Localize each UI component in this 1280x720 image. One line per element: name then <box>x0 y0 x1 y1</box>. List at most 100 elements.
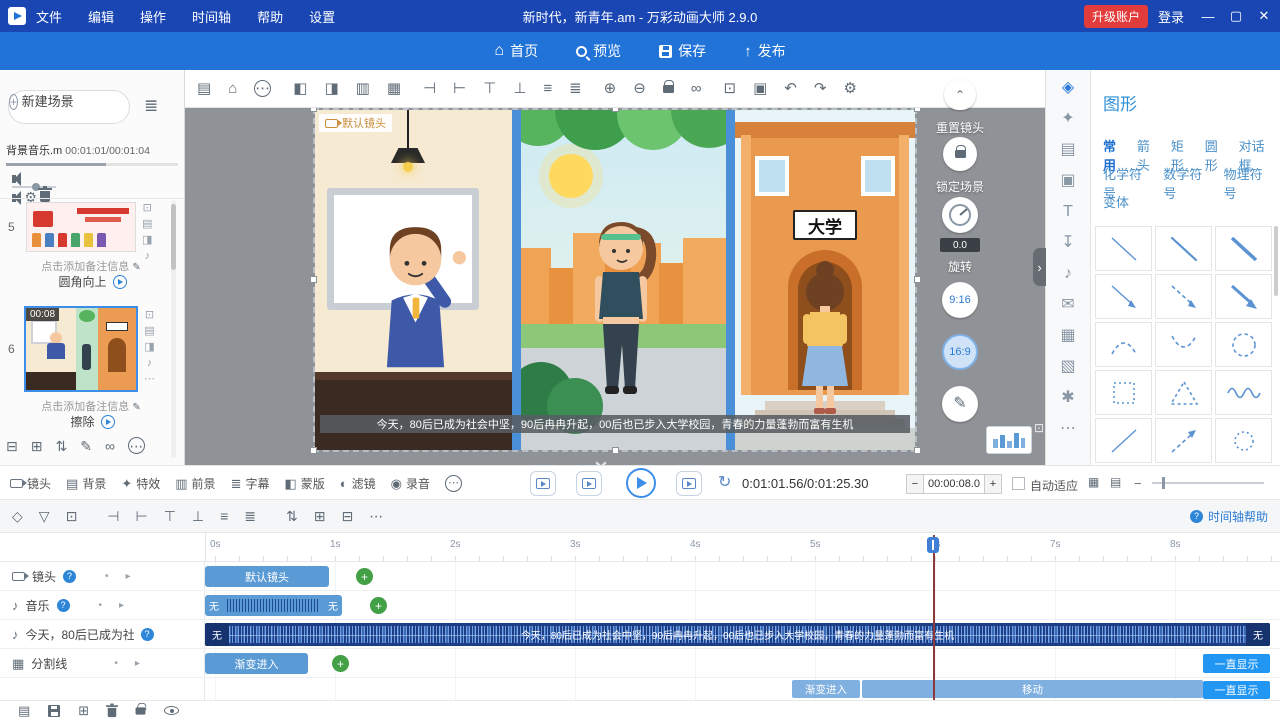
draw-button[interactable]: ✎ <box>942 386 978 422</box>
track-expand-icon[interactable]: ▸ <box>119 600 124 611</box>
track-expand-icon[interactable]: ▸ <box>126 571 131 582</box>
duration-input[interactable]: 00:00:08.0 <box>923 474 985 494</box>
remove-track-icon[interactable]: ⊟ <box>341 509 353 523</box>
link-scene-icon[interactable]: ∞ <box>105 437 115 454</box>
close-button[interactable]: ✕ <box>1252 8 1276 24</box>
distribute-horizontal-icon[interactable]: ▥ <box>356 81 370 96</box>
copy-icon[interactable]: ⊡ <box>724 81 737 96</box>
trash-icon[interactable] <box>40 188 50 202</box>
bgm-progress-bar[interactable] <box>6 163 178 166</box>
more-tools-icon[interactable]: ⋯ <box>1060 421 1076 437</box>
align-top-icon[interactable]: ⊤ <box>483 81 496 96</box>
zoom-out-timeline-icon[interactable]: − <box>1134 477 1142 490</box>
resize-handle[interactable] <box>914 108 921 112</box>
resize-handle[interactable] <box>914 276 921 283</box>
move-up-icon[interactable]: ⇅ <box>55 437 67 454</box>
extra-track-header[interactable] <box>0 678 205 700</box>
auto-fit-checkbox[interactable] <box>1012 477 1025 490</box>
lock-element-icon[interactable] <box>663 81 674 96</box>
grid-icon[interactable]: ⊞ <box>78 704 89 717</box>
copy-scene-icon[interactable]: ⊡ <box>144 310 155 321</box>
resize-handle[interactable] <box>310 108 317 112</box>
add-track-icon[interactable]: ⊞ <box>314 509 326 523</box>
stage-canvas[interactable]: 大学 <box>315 110 915 450</box>
preview-button[interactable]: 预览 <box>576 41 621 61</box>
template-tool-icon[interactable]: ▤ <box>1060 142 1075 158</box>
zoom-in-icon[interactable]: ⊕ <box>604 81 617 96</box>
save-project-icon[interactable] <box>48 705 60 717</box>
loop-icon[interactable]: ↻ <box>718 475 731 491</box>
menu-file[interactable]: 文件 <box>36 7 62 26</box>
shape-item[interactable] <box>1095 370 1152 415</box>
menu-help[interactable]: 帮助 <box>257 7 283 26</box>
align-right-icon[interactable]: ⊢ <box>453 81 466 96</box>
paste-icon[interactable]: ▣ <box>753 81 767 96</box>
layout-scene-icon[interactable]: ▤ <box>142 219 152 230</box>
add-music-button[interactable]: + <box>370 597 387 614</box>
stack-blocks-icon[interactable]: ≣ <box>244 509 256 523</box>
group-icon[interactable]: ∞ <box>691 81 702 96</box>
scene6-thumbnail[interactable]: 00:08 <box>24 306 138 392</box>
help-icon[interactable]: ? <box>57 599 70 612</box>
playhead-handle[interactable] <box>927 537 939 553</box>
move-effect-clip[interactable]: 移动 <box>862 680 1203 698</box>
timeline-zoom-slider[interactable] <box>1152 482 1264 484</box>
shape-item[interactable] <box>1095 322 1152 367</box>
scene-panel-outdoor[interactable] <box>521 110 726 450</box>
rotation-value[interactable]: 0.0 <box>940 238 980 252</box>
record-tool-button[interactable]: ◉录音 <box>391 475 430 492</box>
always-show-badge[interactable]: 一直显示 <box>1203 681 1270 699</box>
track-option-icon[interactable]: • <box>114 658 118 669</box>
lock-scene-button[interactable] <box>943 137 977 171</box>
image-tool-icon[interactable]: ▣ <box>1060 173 1075 189</box>
delete-icon[interactable] <box>107 704 117 718</box>
ratio-landscape-button[interactable]: 16:9 <box>942 334 978 370</box>
divider-track-header[interactable]: ▦ 分割线 • ▸ <box>0 649 205 677</box>
duration-decrease-button[interactable]: − <box>906 474 924 494</box>
menu-edit[interactable]: 编辑 <box>88 7 114 26</box>
redo-icon[interactable]: ↷ <box>814 81 827 96</box>
distribute-vertical-icon[interactable]: ▦ <box>387 81 401 96</box>
shape-item[interactable] <box>1095 226 1152 271</box>
camera-clip[interactable]: 默认镜头 <box>205 566 329 587</box>
message-tool-icon[interactable]: ✉ <box>1061 297 1074 313</box>
scene5-thumbnail[interactable] <box>26 202 136 252</box>
rotation-dial[interactable] <box>942 197 978 233</box>
camera-track-header[interactable]: 镜头 ? • ▸ <box>0 562 205 590</box>
voice-clip[interactable]: 无 今天，80后已成为社会中坚，90后冉冉升起，00后也已步入大学校园，青春的力… <box>205 623 1270 646</box>
shape-item[interactable] <box>1215 322 1272 367</box>
music-clip[interactable]: 无 无 <box>205 595 342 616</box>
more-scenes-icon[interactable]: ⋯ <box>128 437 145 454</box>
help-icon[interactable]: ? <box>141 628 154 641</box>
mask-tool-button[interactable]: ◧蒙版 <box>284 475 324 492</box>
storyboard-icon[interactable]: ▤ <box>197 80 211 97</box>
flip-vertical-icon[interactable]: ◨ <box>324 81 338 96</box>
gallery-tool-icon[interactable]: ▧ <box>1060 359 1075 375</box>
ratio-portrait-button[interactable]: 9:16 <box>942 282 978 318</box>
transition-play-button[interactable] <box>113 275 127 289</box>
music-tool-icon[interactable]: ♪ <box>1064 266 1072 282</box>
reset-camera-label[interactable]: 重置镜头 <box>928 119 992 136</box>
scene6-transition[interactable]: 擦除 <box>0 413 185 430</box>
magic-tool-icon[interactable]: ✱ <box>1061 390 1074 406</box>
music-track-header[interactable]: ♪ 音乐 ? • ▸ <box>0 591 205 619</box>
more-tools-icon[interactable]: ⋯ <box>254 80 271 97</box>
foreground-tool-button[interactable]: ▥前景 <box>175 475 215 492</box>
controls-scroll-up-button[interactable]: ⌃ <box>944 80 976 110</box>
publish-button[interactable]: ↑发布 <box>744 41 786 61</box>
visibility-icon[interactable] <box>164 706 179 715</box>
flip-scene-icon[interactable]: ◨ <box>142 235 152 246</box>
scenes-scrollbar[interactable] <box>171 200 176 458</box>
playhead-line[interactable] <box>933 535 935 700</box>
zoom-out-icon[interactable]: ⊖ <box>633 81 646 96</box>
resize-handle[interactable] <box>310 447 317 454</box>
select-tool-icon[interactable]: ⊡ <box>66 509 78 523</box>
effects-tool-button[interactable]: ✦特效 <box>121 475 160 492</box>
align-left-icon[interactable]: ⊣ <box>423 81 436 96</box>
track-option-icon[interactable]: • <box>99 600 103 611</box>
text-tool-icon[interactable]: T <box>1063 204 1073 220</box>
shape-item[interactable] <box>1095 418 1152 463</box>
shape-item[interactable] <box>1155 370 1212 415</box>
filter-tool-button[interactable]: ◐滤镜 <box>340 475 376 492</box>
lock-icon[interactable] <box>135 707 146 715</box>
